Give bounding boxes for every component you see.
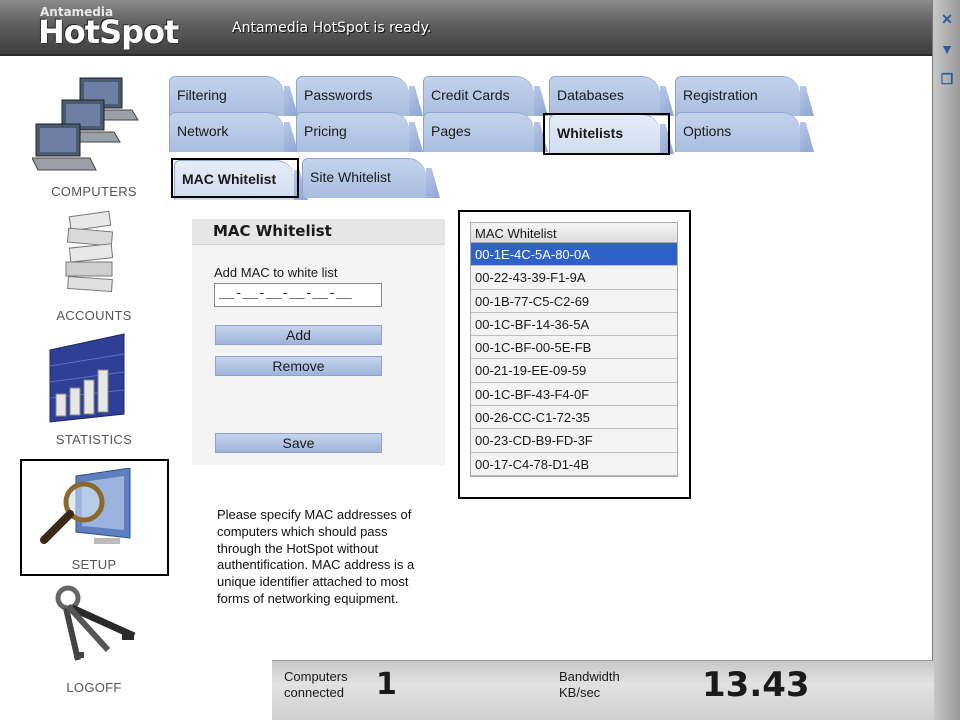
list-item[interactable]: 00-22-43-39-F1-9A (471, 266, 677, 290)
status-message: Antamedia HotSpot is ready. (232, 20, 432, 36)
nav-logoff-label: LOGOFF (66, 680, 122, 695)
mac-whitelist-highlight (171, 158, 299, 198)
list-item[interactable]: 00-23-CD-B9-FD-3F (471, 429, 677, 453)
window-controls: ✕ ▼ ❐ (932, 0, 960, 720)
tab-filtering[interactable]: Filtering (169, 76, 284, 116)
tab-options[interactable]: Options (675, 112, 800, 152)
tab-pages[interactable]: Pages (423, 112, 534, 152)
list-item[interactable]: 00-1C-BF-00-5E-FB (471, 336, 677, 360)
accounts-icon (65, 210, 114, 293)
subtab-site-whitelist[interactable]: Site Whitelist (302, 158, 426, 198)
close-icon[interactable]: ✕ (938, 10, 956, 28)
computers-icon (32, 77, 139, 171)
statistics-icon (49, 333, 125, 423)
tab-credit-cards[interactable]: Credit Cards (423, 76, 534, 116)
computers-connected-label: Computers connected (284, 669, 348, 700)
nav-computers[interactable]: COMPUTERS (20, 72, 168, 207)
tab-passwords[interactable]: Passwords (296, 76, 409, 116)
setup-highlight (20, 459, 169, 576)
nav-logoff[interactable]: LOGOFF (20, 584, 168, 700)
nav-statistics[interactable]: STATISTICS (20, 330, 168, 454)
form-title: MAC Whitelist (192, 219, 445, 245)
list-item[interactable]: 00-1C-BF-14-36-5A (471, 312, 677, 337)
remove-button[interactable]: Remove (215, 356, 382, 376)
mac-whitelist-form: MAC Whitelist Add MAC to white list __-_… (192, 219, 445, 465)
tab-databases[interactable]: Databases (549, 76, 660, 116)
list-item[interactable]: 00-26-CC-C1-72-35 (471, 406, 677, 430)
bandwidth-label: Bandwidth KB/sec (559, 669, 620, 700)
nav-accounts[interactable]: ACCOUNTS (20, 208, 168, 330)
nav-statistics-label: STATISTICS (55, 432, 133, 447)
status-bar: Computers connected 1 Bandwidth KB/sec 1… (272, 660, 934, 720)
title-bar: Antamedia HotSpot Antamedia HotSpot is r… (0, 0, 932, 56)
app-logo: HotSpot (38, 13, 179, 51)
mac-address-input[interactable]: __-__-__-__-__-__ (214, 283, 382, 307)
tab-pricing[interactable]: Pricing (296, 112, 409, 152)
list-item[interactable]: 00-1E-4C-5A-80-0A (471, 243, 677, 267)
keys-icon (55, 585, 136, 661)
help-text: Please specify MAC addresses of computer… (217, 507, 415, 606)
bandwidth-value: 13.43 (702, 665, 810, 705)
nav-accounts-label: ACCOUNTS (56, 308, 132, 323)
list-item[interactable]: 00-1B-77-C5-C2-69 (471, 289, 677, 313)
add-mac-label: Add MAC to white list (214, 265, 338, 280)
list-item[interactable]: 00-21-19-EE-09-59 (471, 359, 677, 383)
restore-icon[interactable]: ❐ (938, 70, 956, 88)
list-item[interactable]: 00-17-C4-78-D1-4B (471, 452, 677, 476)
list-item[interactable]: 00-1C-BF-43-F4-0F (471, 382, 677, 407)
tab-network[interactable]: Network (169, 112, 284, 152)
save-button[interactable]: Save (215, 433, 382, 453)
list-header[interactable]: MAC Whitelist (471, 223, 677, 243)
computers-connected-value: 1 (376, 667, 397, 702)
whitelists-highlight (543, 113, 670, 155)
tab-registration[interactable]: Registration (675, 76, 800, 116)
add-button[interactable]: Add (215, 325, 382, 345)
mac-whitelist-list[interactable]: MAC Whitelist 00-1E-4C-5A-80-0A 00-22-43… (470, 222, 678, 477)
minimize-icon[interactable]: ▼ (938, 40, 956, 58)
nav-computers-label: COMPUTERS (51, 184, 137, 199)
